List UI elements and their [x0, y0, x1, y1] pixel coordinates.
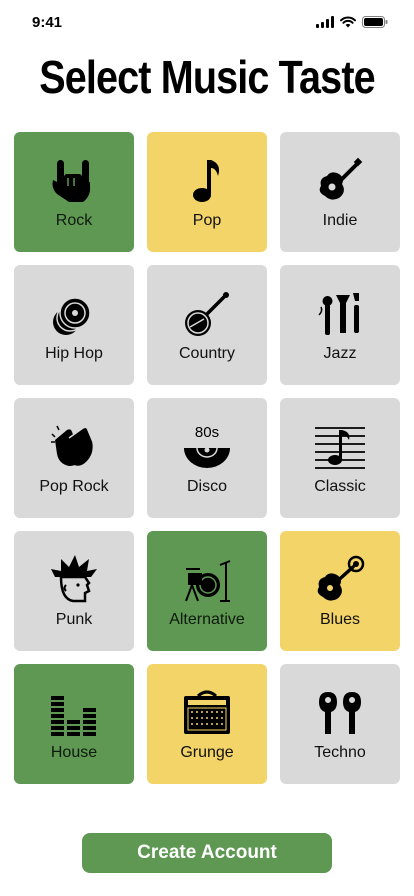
status-icons [316, 16, 388, 28]
genre-tile-rock[interactable]: Rock [14, 132, 134, 252]
genre-tile-techno[interactable]: Techno [280, 664, 400, 784]
equalizer-icon [51, 696, 96, 736]
status-bar: 9:41 [0, 0, 414, 44]
genre-label: Blues [319, 611, 361, 628]
page-title: Select Music Taste [39, 51, 375, 103]
status-time: 9:41 [32, 14, 63, 31]
genre-tile-alternative[interactable]: Alternative [147, 531, 267, 651]
signal-icon [316, 16, 334, 28]
80s-record-icon: 80s [184, 424, 230, 468]
clapping-hands-icon [51, 425, 95, 468]
80s-icon-text: 80s [195, 424, 219, 441]
genre-label: Punk [55, 611, 93, 628]
vinyl-records-icon [53, 297, 91, 335]
genre-tile-classic[interactable]: Classic [280, 398, 400, 518]
genre-label: Hip Hop [45, 345, 103, 362]
genre-tile-country[interactable]: Country [147, 265, 267, 385]
banjo-icon [185, 292, 229, 336]
genre-label: Grunge [180, 744, 234, 761]
genre-tile-hip-hop[interactable]: Hip Hop [14, 265, 134, 385]
genre-tile-disco[interactable]: 80s Disco [147, 398, 267, 518]
genre-tile-pop[interactable]: Pop [147, 132, 267, 252]
punk-head-icon [51, 555, 97, 603]
battery-icon [362, 16, 388, 28]
genre-label: Rock [55, 212, 93, 229]
genre-label: Techno [314, 744, 366, 761]
acoustic-guitar-icon [319, 157, 363, 200]
sheet-music-icon [315, 427, 365, 469]
genre-grid: Rock Pop Indie Hip Hop Country Jazz Pop … [14, 132, 400, 784]
genre-tile-house[interactable]: House [14, 664, 134, 784]
jazz-instruments-icon [318, 293, 359, 335]
genre-tile-grunge[interactable]: Grunge [147, 664, 267, 784]
genre-label: Country [178, 345, 236, 362]
genre-label: House [50, 744, 98, 761]
genre-label: Indie [322, 212, 358, 229]
genre-label: Alternative [169, 611, 245, 628]
genre-label: Classic [314, 478, 366, 495]
genre-label: Pop [192, 212, 222, 229]
amplifier-icon [184, 690, 230, 734]
genre-tile-indie[interactable]: Indie [280, 132, 400, 252]
earbuds-icon [319, 692, 361, 734]
genre-label: Disco [186, 478, 227, 495]
genre-tile-jazz[interactable]: Jazz [280, 265, 400, 385]
create-account-button[interactable]: Create Account [82, 833, 332, 873]
genre-label: Pop Rock [39, 478, 109, 495]
wifi-icon [340, 16, 356, 28]
genre-tile-blues[interactable]: Blues [280, 531, 400, 651]
drum-kit-icon [185, 560, 231, 602]
rock-hand-icon [52, 160, 91, 202]
genre-label: Jazz [323, 345, 357, 362]
genre-tile-pop-rock[interactable]: Pop Rock [14, 398, 134, 518]
genre-tile-punk[interactable]: Punk [14, 531, 134, 651]
music-note-icon [193, 160, 220, 202]
blues-guitar-icon [317, 555, 365, 601]
